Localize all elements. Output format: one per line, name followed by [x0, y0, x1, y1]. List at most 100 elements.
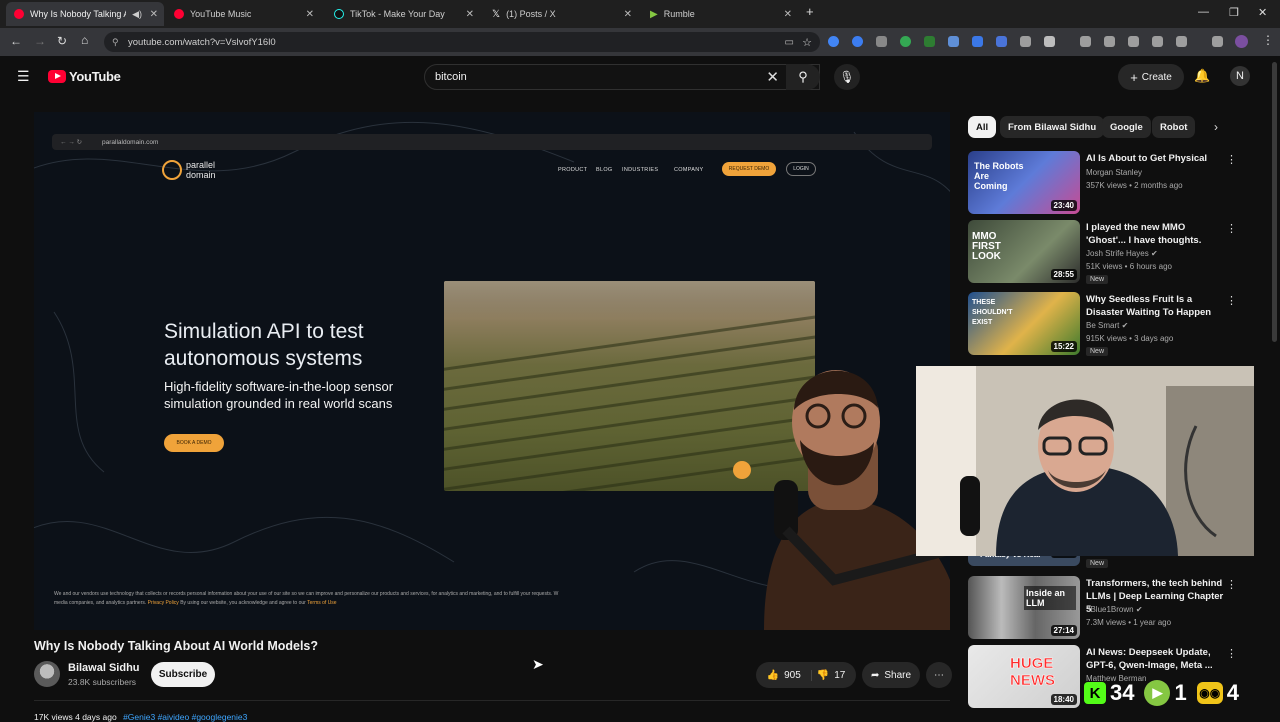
address-bar[interactable]: ⚲ youtube.com/watch?v=VslvofY16l0 ▭ ☆ [104, 32, 820, 52]
extensions-puzzle-icon[interactable] [1044, 36, 1055, 47]
create-button[interactable]: + Create [1118, 64, 1184, 90]
more-vertical-icon[interactable]: ⋮ [1226, 294, 1237, 307]
extension-icon[interactable] [972, 36, 983, 47]
more-vertical-icon[interactable]: ⋮ [1226, 647, 1237, 660]
video-thumbnail[interactable]: THESE SHOULDN'T EXIST 15:22 [968, 292, 1080, 355]
extension-icon[interactable] [876, 36, 887, 47]
close-tab-icon[interactable]: ✕ [784, 9, 792, 20]
clear-search-icon[interactable]: ✕ [766, 68, 779, 86]
channel-name[interactable]: Bilawal Sidhu [68, 662, 140, 674]
profile-avatar[interactable] [1235, 35, 1248, 48]
share-button[interactable]: ➦ Share [862, 662, 920, 688]
tab-rumble[interactable]: ▶ Rumble ✕ [642, 2, 798, 26]
video-thumbnail[interactable]: MMO FIRST LOOK 28:55 [968, 220, 1080, 283]
recommendation-item[interactable]: Inside an LLM 27:14 Transformers, the te… [968, 576, 1268, 642]
recommendation-item[interactable]: THESE SHOULDN'T EXIST 15:22 Why Seedless… [968, 292, 1268, 358]
video-player[interactable]: ← → ↻ parallaldomain.com parallel domain… [34, 112, 950, 630]
history-icon[interactable] [1080, 36, 1091, 47]
recommendation-title[interactable]: AI News: Deepseek Update, GPT-6, Qwen-Im… [1086, 646, 1226, 672]
thumbnail-text: THESE SHOULDN'T EXIST [972, 299, 1013, 326]
side-panel-icon[interactable] [1176, 36, 1187, 47]
recommendation-channel[interactable]: Be Smart ✔ [1086, 321, 1128, 330]
page-scrollbar[interactable] [1272, 62, 1277, 342]
tab-label: YouTube Music [190, 9, 252, 19]
notifications-bell-icon[interactable]: 🔔 [1194, 68, 1210, 84]
channel-avatar[interactable] [34, 661, 60, 687]
video-thumbnail[interactable]: The Robots Are Coming 23:40 [968, 151, 1080, 214]
forward-icon[interactable]: → [34, 34, 46, 48]
chip-robot[interactable]: Robot [1152, 116, 1196, 138]
extension-icon[interactable] [1020, 36, 1031, 47]
divider [34, 700, 950, 701]
hamburger-menu-icon[interactable]: ☰ [17, 68, 30, 85]
recommendation-item[interactable]: The Robots Are Coming 23:40 AI Is About … [968, 151, 1268, 217]
close-tab-icon[interactable]: ✕ [624, 9, 632, 20]
search-button[interactable]: ⚲ [786, 64, 820, 90]
recommendation-title[interactable]: AI Is About to Get Physical [1086, 152, 1226, 165]
new-badge: New [1086, 275, 1109, 284]
close-tab-icon[interactable]: ✕ [466, 9, 474, 20]
extension-icon[interactable] [900, 36, 911, 47]
media-controls-icon[interactable] [1212, 36, 1223, 47]
recommendation-channel[interactable]: Josh Strife Hayes ✔ [1086, 249, 1158, 258]
site-info-icon[interactable]: ⚲ [112, 37, 119, 48]
tab-x-posts[interactable]: 𝕏 (1) Posts / X ✕ [484, 2, 638, 26]
chip-all[interactable]: All [968, 116, 997, 138]
browser-menu-icon[interactable]: ⋮ [1262, 33, 1274, 47]
recommendation-item[interactable]: Fantasy vs Real 19:37 New [968, 546, 1268, 570]
bookmark-star-icon[interactable]: ☆ [802, 36, 812, 49]
recommendation-title[interactable]: Why Seedless Fruit Is a Disaster Waiting… [1086, 293, 1226, 319]
more-vertical-icon[interactable]: ⋮ [1226, 222, 1237, 235]
video-description-header[interactable]: 17K views 4 days ago #Genie3 #aivideo #g… [34, 712, 247, 722]
extension-icon[interactable] [996, 36, 1007, 47]
new-tab-button[interactable]: + [806, 4, 814, 19]
reload-icon[interactable]: ↻ [57, 34, 67, 48]
more-vertical-icon[interactable]: ⋮ [1226, 153, 1237, 166]
chip-from-channel[interactable]: From Bilawal Sidhu [1000, 116, 1105, 138]
recommendation-channel[interactable]: Morgan Stanley [1086, 168, 1142, 177]
site-nav-industries: INDUSTRIES [622, 167, 659, 173]
chips-next-chevron-icon[interactable]: › [1214, 120, 1218, 134]
install-app-icon[interactable]: ▭ [785, 37, 794, 48]
parallel-domain-logo: parallel domain [162, 160, 216, 180]
extension-icon[interactable] [852, 36, 863, 47]
youtube-play-logo-icon [48, 70, 66, 83]
devtools-icon[interactable] [1128, 36, 1139, 47]
minimize-icon[interactable]: — [1198, 6, 1209, 18]
search-input[interactable]: bitcoin ✕ [424, 64, 820, 90]
more-actions-button[interactable]: ⋯ [926, 662, 952, 688]
share-label: Share [884, 669, 912, 681]
youtube-music-favicon-icon [174, 9, 184, 19]
close-tab-icon[interactable]: ✕ [306, 9, 314, 20]
dislike-button[interactable]: 👎 17 [817, 670, 846, 681]
youtube-logo[interactable]: YouTube [48, 69, 121, 84]
subscribe-button[interactable]: Subscribe [151, 662, 215, 687]
extension-icon[interactable] [828, 36, 839, 47]
streamer-webcam-overlay [916, 366, 1254, 556]
url-text: youtube.com/watch?v=VslvofY16l0 [128, 36, 276, 48]
restore-icon[interactable]: ❐ [1229, 6, 1239, 19]
extension-icon[interactable] [1104, 36, 1115, 47]
extension-icon[interactable] [948, 36, 959, 47]
recommendation-item[interactable]: MMO FIRST LOOK 28:55 I played the new MM… [968, 220, 1268, 286]
hashtags[interactable]: #Genie3 #aivideo #googlegenie3 [123, 712, 247, 722]
extension-icon[interactable] [1152, 36, 1163, 47]
tab-youtube-music[interactable]: YouTube Music ✕ [166, 2, 320, 26]
window-close-icon[interactable]: ✕ [1258, 6, 1267, 19]
recommendation-title[interactable]: I played the new MMO 'Ghost'... I have t… [1086, 221, 1226, 247]
video-thumbnail[interactable]: HUGE NEWS 18:40 [968, 645, 1080, 708]
tab-tiktok[interactable]: TikTok - Make Your Day ✕ [326, 2, 480, 26]
video-thumbnail[interactable]: Inside an LLM 27:14 [968, 576, 1080, 639]
voice-search-button[interactable]: 🎙 [834, 64, 860, 90]
extension-icon[interactable] [924, 36, 935, 47]
close-tab-icon[interactable]: ✕ [150, 9, 158, 20]
back-icon[interactable]: ← [10, 34, 22, 48]
account-avatar[interactable]: N [1230, 66, 1250, 86]
audio-playing-icon[interactable]: ◀) [132, 9, 142, 20]
more-vertical-icon[interactable]: ⋮ [1226, 578, 1237, 591]
recommendation-channel[interactable]: 3Blue1Brown ✔ [1086, 605, 1143, 614]
home-icon[interactable]: ⌂ [81, 33, 88, 47]
tab-youtube-video[interactable]: Why Is Nobody Talking Ab ◀) ✕ [6, 2, 164, 26]
chip-google[interactable]: Google [1102, 116, 1151, 138]
like-button[interactable]: 👍 905 [767, 669, 812, 681]
